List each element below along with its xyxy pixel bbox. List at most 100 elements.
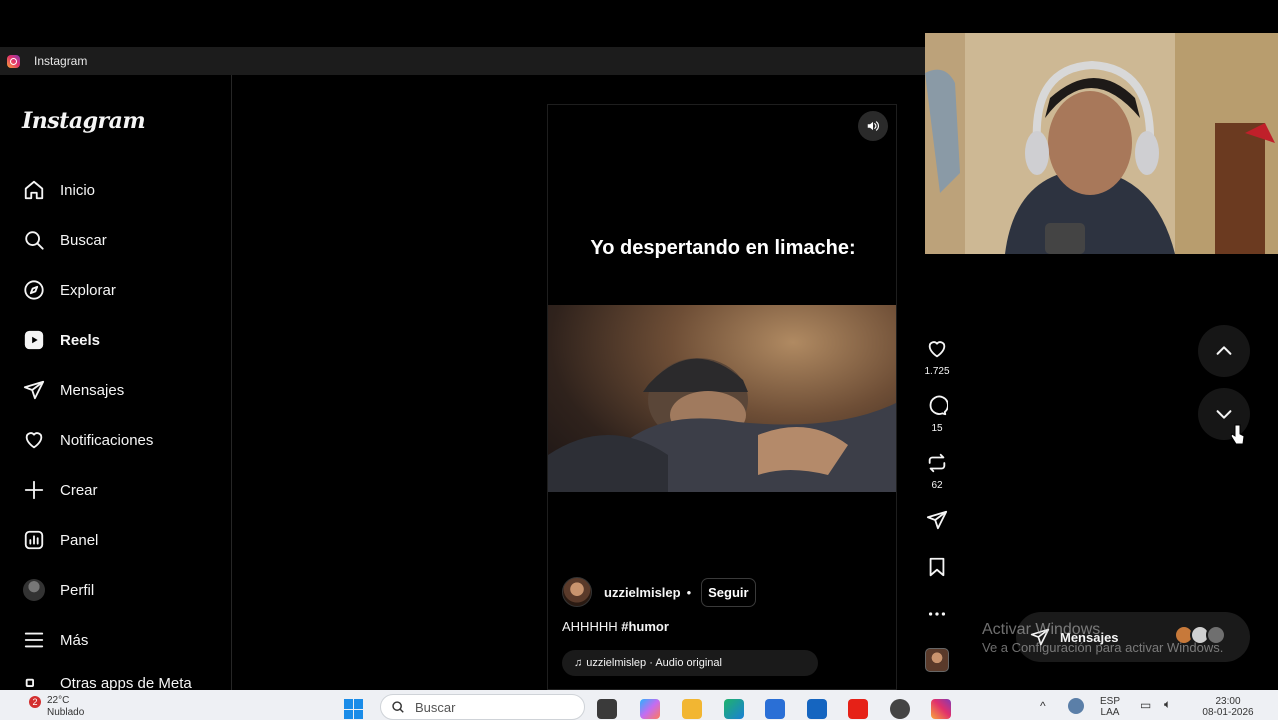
sound-toggle-button[interactable] xyxy=(858,111,888,141)
compass-icon xyxy=(22,278,46,302)
reel-video-frame[interactable] xyxy=(548,305,896,492)
heart-icon xyxy=(22,428,46,452)
sidebar-item-label: Mensajes xyxy=(60,381,125,399)
reel-author: uzzielmislep • Seguir xyxy=(562,577,756,607)
comment-count: 15 xyxy=(931,423,943,434)
share-action[interactable] xyxy=(915,509,959,536)
audio-label: uzzielmislep · Audio original xyxy=(586,657,722,669)
follow-button[interactable]: Seguir xyxy=(701,577,756,607)
audio-thumbnail xyxy=(925,648,949,672)
mouse-cursor xyxy=(1231,424,1245,445)
clock[interactable]: 23:00 08-01-2026 xyxy=(1196,696,1260,718)
author-avatar[interactable] xyxy=(562,577,592,607)
tray-chevron-icon[interactable]: ^ xyxy=(1040,699,1046,713)
volume-icon[interactable]: 🔈︎ xyxy=(1164,697,1171,712)
notification-badge: 2 xyxy=(29,696,41,708)
instagram-logo[interactable]: Instagram xyxy=(22,108,146,134)
sidebar-item-explorar[interactable]: Explorar xyxy=(22,275,116,305)
sidebar-item-perfil[interactable]: Perfil xyxy=(22,575,94,605)
music-note-icon: ♫ xyxy=(574,657,583,669)
sidebar-item-mensajes[interactable]: Mensajes xyxy=(22,375,124,405)
file-explorer-icon[interactable] xyxy=(682,699,702,719)
comment-action[interactable]: 15 xyxy=(915,395,959,434)
watermark-subtitle: Ve a Configuración para activar Windows. xyxy=(982,640,1224,655)
sidebar-item-mas[interactable]: Más xyxy=(22,625,88,655)
hashtag-link[interactable]: #humor xyxy=(621,619,669,634)
bookmark-icon xyxy=(929,557,945,577)
sidebar-item-label: Reels xyxy=(60,331,101,349)
instagram-taskbar-icon[interactable] xyxy=(931,699,951,719)
sidebar-item-reels[interactable]: Reels xyxy=(22,325,100,355)
heart-icon xyxy=(928,341,946,358)
search-placeholder: Buscar xyxy=(415,699,456,715)
chevron-down-icon xyxy=(1216,410,1232,419)
save-action[interactable] xyxy=(915,556,959,583)
sidebar-item-label: Buscar xyxy=(60,231,107,249)
clock-date: 08-01-2026 xyxy=(1202,707,1254,718)
menu-icon xyxy=(22,628,46,652)
profile-avatar xyxy=(22,578,46,602)
clock-time: 23:00 xyxy=(1215,696,1241,707)
copilot-icon[interactable] xyxy=(640,699,660,719)
author-username[interactable]: uzzielmislep xyxy=(604,585,681,600)
sidebar: Instagram Inicio Buscar Explorar Reels M… xyxy=(0,75,232,690)
sidebar-item-notificaciones[interactable]: Notificaciones xyxy=(22,425,153,455)
sidebar-item-label: Otras apps de Meta xyxy=(60,675,192,690)
watermark-title: Activar Windows xyxy=(982,621,1101,638)
sidebar-item-label: Perfil xyxy=(60,581,95,599)
obs-icon[interactable] xyxy=(890,699,910,719)
window-title: Instagram xyxy=(34,54,88,68)
speaker-icon xyxy=(867,121,879,131)
sidebar-item-label: Notificaciones xyxy=(60,431,154,449)
comment-icon xyxy=(929,395,949,416)
tray-app-icon[interactable] xyxy=(1068,698,1084,714)
like-count: 1.725 xyxy=(924,366,950,377)
store-icon[interactable] xyxy=(765,699,785,719)
sidebar-item-inicio[interactable]: Inicio xyxy=(22,175,95,205)
weather-widget[interactable]: 2 22°C Nublado xyxy=(20,695,84,719)
send-icon xyxy=(22,378,46,402)
sidebar-item-meta-apps[interactable]: Otras apps de Meta xyxy=(22,675,192,690)
task-view-icon[interactable] xyxy=(597,699,617,719)
search-icon xyxy=(392,701,404,713)
windows-start-icon[interactable] xyxy=(344,699,364,719)
outlook-icon[interactable] xyxy=(807,699,827,719)
separator-dot: • xyxy=(686,584,692,600)
repost-count: 62 xyxy=(931,480,943,491)
audio-pill[interactable]: ♫ uzzielmislep · Audio original xyxy=(562,650,818,676)
chevron-up-icon xyxy=(1216,346,1232,355)
sidebar-item-label: Explorar xyxy=(60,281,116,299)
plus-icon xyxy=(22,478,46,502)
windows-taskbar: 2 22°C Nublado Buscar ^ ESP LAA ▭ 🔈︎ 23:… xyxy=(0,690,1278,720)
sidebar-item-label: Inicio xyxy=(60,181,96,199)
search-icon xyxy=(22,228,46,252)
reels-icon xyxy=(22,328,46,352)
window-titlebar: Instagram xyxy=(0,47,925,75)
description-text: AHHHHH xyxy=(562,619,622,634)
sidebar-item-panel[interactable]: Panel xyxy=(22,525,98,555)
sidebar-item-buscar[interactable]: Buscar xyxy=(22,225,107,255)
taskbar-search[interactable]: Buscar xyxy=(380,694,585,720)
language-indicator[interactable]: ESP LAA xyxy=(1100,696,1120,718)
reel-player[interactable]: Yo despertando en limache: uzzielmislep … xyxy=(547,104,897,690)
send-icon xyxy=(926,510,948,530)
sidebar-item-label: Crear xyxy=(60,481,98,499)
network-icon[interactable]: ▭ xyxy=(1140,698,1151,712)
reel-description: AHHHHH #humor xyxy=(562,619,669,634)
chart-icon xyxy=(22,528,46,552)
home-icon xyxy=(22,178,46,202)
edge-icon[interactable] xyxy=(724,699,744,719)
previous-reel-button[interactable] xyxy=(1198,325,1250,377)
weather-desc: Nublado xyxy=(47,707,85,718)
more-options-action[interactable] xyxy=(915,603,959,630)
youtube-icon[interactable] xyxy=(848,699,868,719)
sidebar-item-crear[interactable]: Crear xyxy=(22,475,98,505)
sidebar-item-label: Panel xyxy=(60,531,99,549)
reel-text-overlay: Yo despertando en limache: xyxy=(590,237,856,259)
like-action[interactable]: 1.725 xyxy=(915,338,959,377)
more-icon xyxy=(928,612,946,616)
repost-action[interactable]: 62 xyxy=(915,452,959,491)
repost-icon xyxy=(928,453,946,473)
audio-cover-action[interactable] xyxy=(915,648,959,677)
instagram-app-icon xyxy=(7,54,20,68)
